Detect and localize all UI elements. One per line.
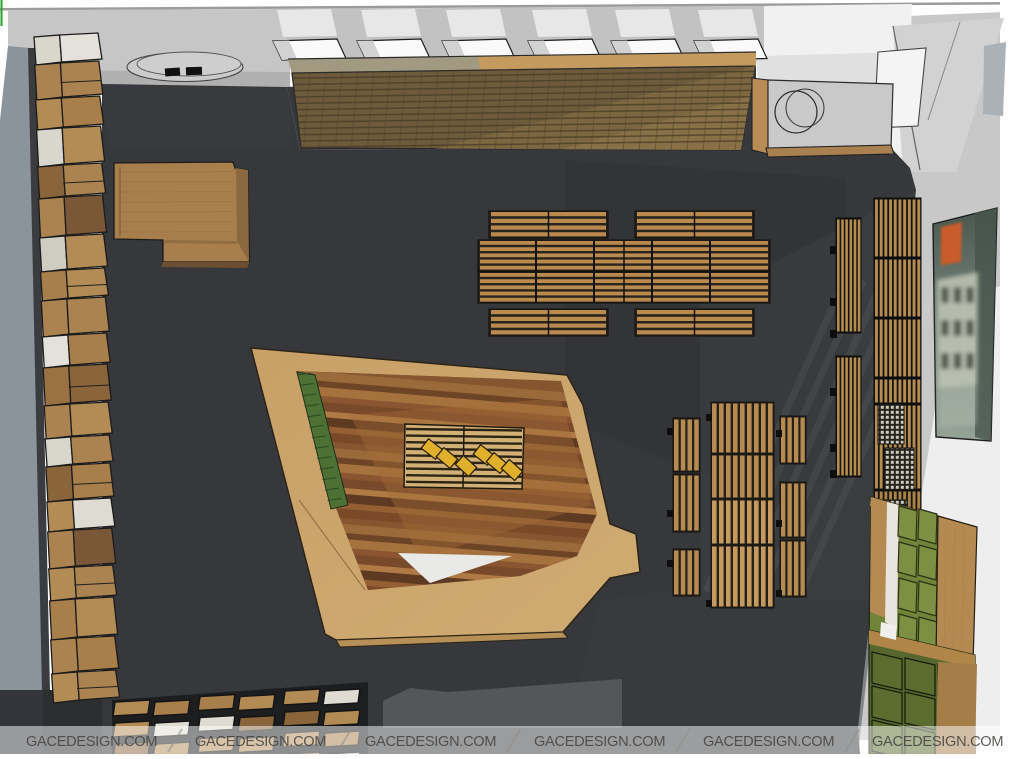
svg-text:GACEDESIGN.COM: GACEDESIGN.COM	[26, 734, 157, 750]
svg-text:GACEDESIGN.COM: GACEDESIGN.COM	[365, 734, 496, 750]
svg-text:GACEDESIGN.COM: GACEDESIGN.COM	[195, 734, 326, 750]
svg-text:GACEDESIGN.COM: GACEDESIGN.COM	[872, 734, 1003, 750]
svg-text:GACEDESIGN.COM: GACEDESIGN.COM	[703, 734, 834, 750]
svg-text:GACEDESIGN.COM: GACEDESIGN.COM	[534, 734, 665, 750]
